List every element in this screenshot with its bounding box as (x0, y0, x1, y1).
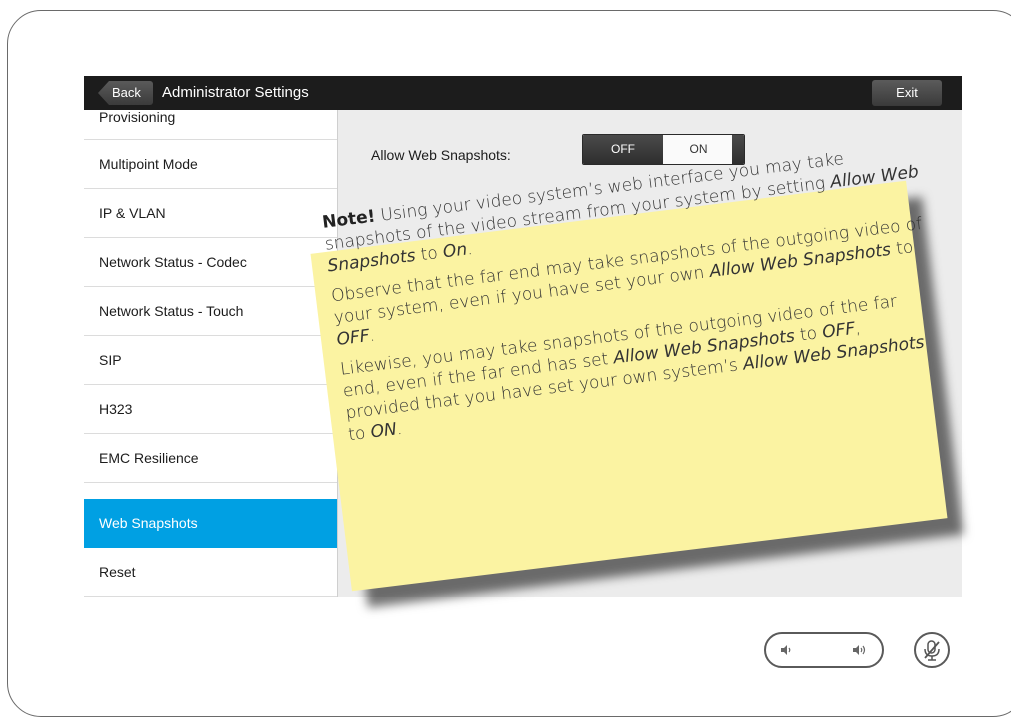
sidebar-item-label: Multipoint Mode (99, 156, 198, 172)
sidebar-item-reset[interactable]: Reset (84, 548, 337, 597)
back-button[interactable]: Back (98, 81, 153, 105)
note-text-run: . (395, 418, 404, 440)
sidebar-item-label: Network Status - Touch (99, 303, 244, 319)
note-emphasis: On (441, 239, 469, 263)
sidebar-item-label: Reset (99, 564, 136, 580)
header-bar: Back Administrator Settings Exit (84, 76, 962, 110)
note-text-run: . (465, 238, 474, 260)
sidebar-item-label: EMC Resilience (99, 450, 199, 466)
sidebar-item-emc-resilience[interactable]: EMC Resilience (84, 434, 337, 483)
page-title: Administrator Settings (162, 84, 309, 101)
sidebar-item-network-status-codec[interactable]: Network Status - Codec (84, 238, 337, 287)
note-text-run: to (419, 243, 439, 266)
note-text-run: to (347, 423, 367, 446)
sidebar-item-web-snapshots[interactable]: Web Snapshots (84, 499, 337, 548)
bottom-controls (764, 632, 958, 672)
sidebar-item-label: Web Snapshots (99, 515, 198, 531)
note-emphasis: OFF (335, 326, 371, 350)
sidebar-item-sip[interactable]: SIP (84, 336, 337, 385)
back-button-label: Back (112, 85, 141, 100)
note-text-run: . (368, 325, 376, 346)
volume-up-icon[interactable] (852, 643, 868, 660)
sidebar-item-h323[interactable]: H323 (84, 385, 337, 434)
microphone-muted-icon[interactable] (914, 632, 950, 668)
note-emphasis: OFF (821, 318, 857, 343)
sidebar-item-label: Provisioning (99, 110, 176, 125)
volume-down-icon[interactable] (780, 643, 794, 660)
sidebar-item-network-status-touch[interactable]: Network Status - Touch (84, 287, 337, 336)
sidebar-item-label: Network Status - Codec (99, 254, 247, 270)
sticky-note: Note! Using your video system’s web inte… (310, 148, 948, 592)
sidebar-item-ip-vlan[interactable]: IP & VLAN (84, 189, 337, 238)
sidebar-item-label: SIP (99, 352, 122, 368)
note-text-run: to (895, 237, 915, 260)
sidebar-item-provisioning[interactable]: Provisioning (84, 110, 337, 140)
settings-sidebar: Provisioning Multipoint Mode IP & VLAN N… (84, 110, 337, 597)
note-emphasis: ON (369, 419, 398, 443)
volume-control[interactable] (764, 632, 884, 668)
note-text-run: to (798, 323, 819, 346)
sidebar-item-label: IP & VLAN (99, 205, 166, 221)
exit-button[interactable]: Exit (872, 80, 942, 106)
sidebar-item-label: H323 (99, 401, 133, 417)
sidebar-item-multipoint-mode[interactable]: Multipoint Mode (84, 140, 337, 189)
